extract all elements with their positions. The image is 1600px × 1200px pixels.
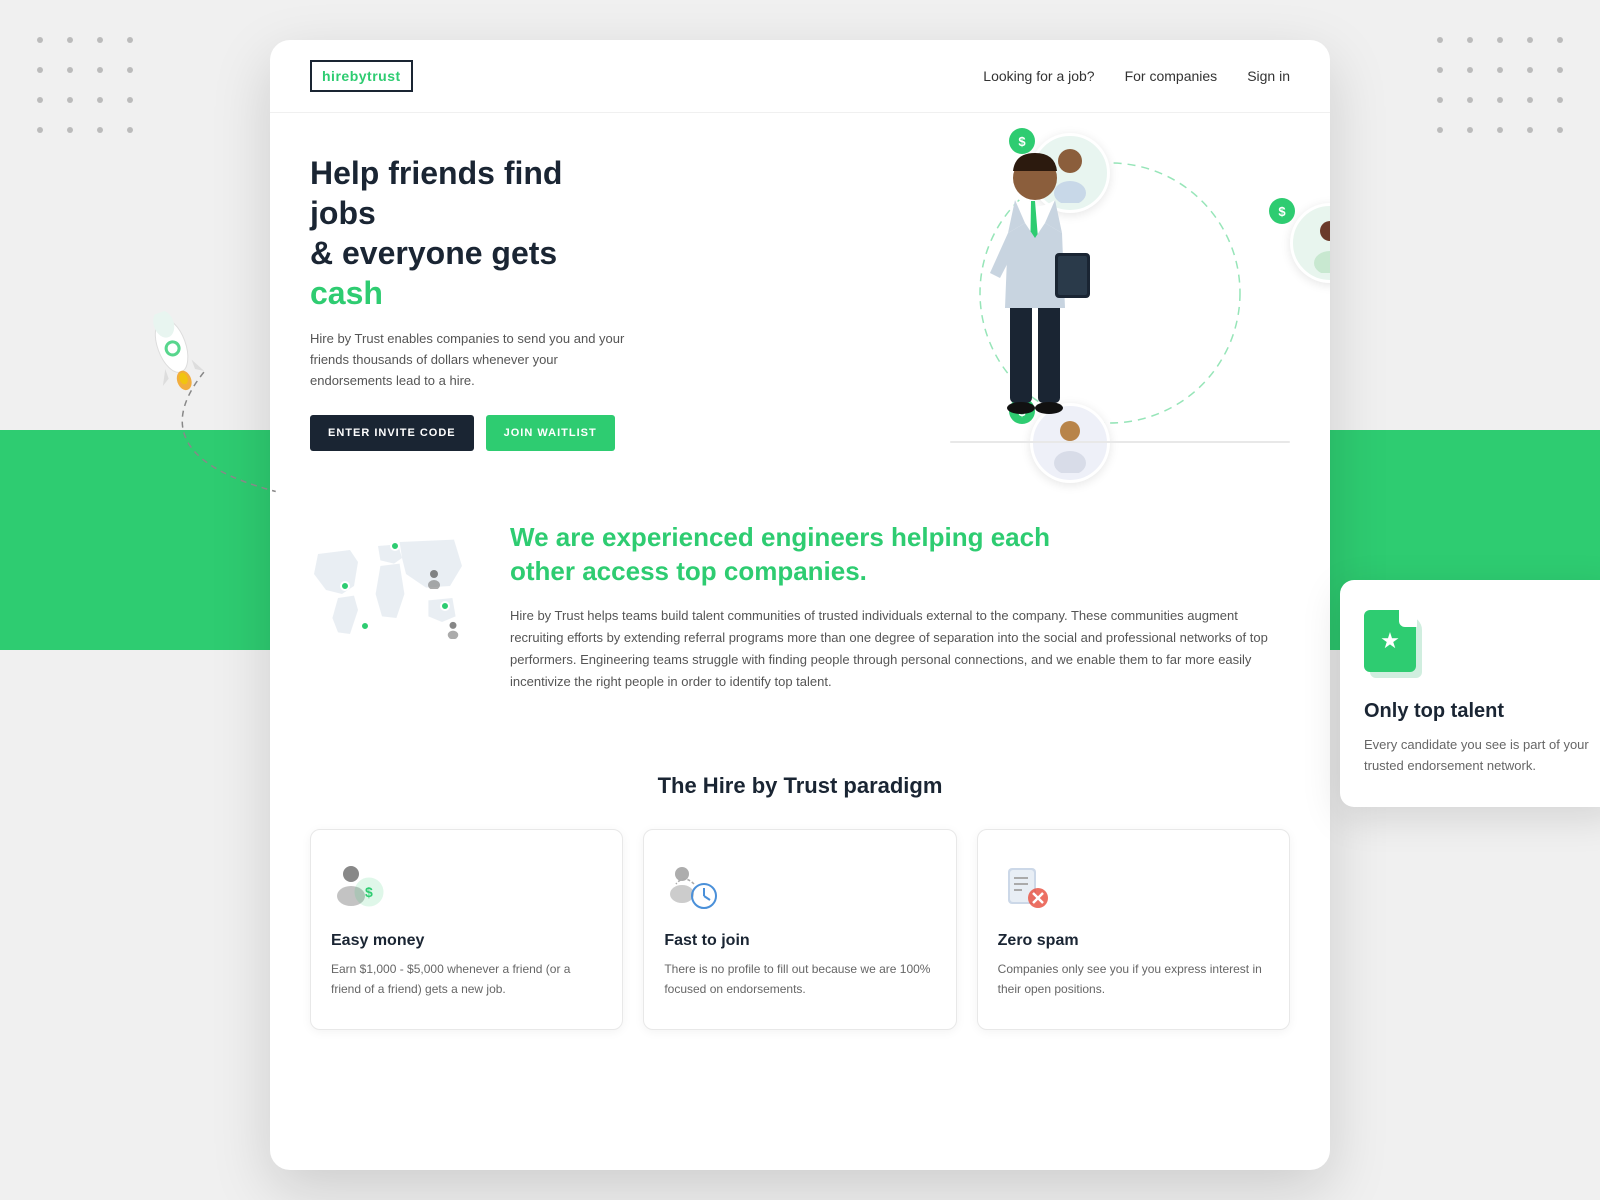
about-description: Hire by Trust helps teams build talent c… [510,605,1290,693]
enter-invite-button[interactable]: ENTER INVITE CODE [310,415,474,451]
nav-companies-link[interactable]: For companies [1125,68,1218,84]
fast-join-card: Fast to join There is no profile to fill… [643,829,956,1029]
logo[interactable]: hirebytrust [310,60,413,92]
talent-document-icon [1364,610,1424,682]
zero-spam-title: Zero spam [998,932,1269,950]
main-person [970,143,1100,428]
rocket-decoration [131,302,218,407]
hero-text: Help friends find jobs & everyone gets c… [310,153,630,451]
hero-section: Help friends find jobs & everyone gets c… [270,113,1330,471]
about-text: We are experienced engineers helping eac… [510,521,1290,693]
paradigm-section: The Hire by Trust paradigm $ Easy money … [270,743,1330,1059]
fast-join-desc: There is no profile to fill out because … [664,960,935,998]
zero-spam-icon [998,860,1054,916]
talent-description: Every candidate you see is part of your … [1364,735,1596,777]
world-map [310,521,470,681]
hero-title-green: cash [310,275,383,311]
logo-trust: trust [367,68,401,84]
nav-links: Looking for a job? For companies Sign in [983,68,1290,84]
logo-by: by [350,68,367,84]
fast-join-title: Fast to join [664,932,935,950]
about-title-line1: We are experienced engineers helping eac… [510,522,1050,552]
easy-money-icon: $ [331,860,387,916]
doc-icon [1364,610,1416,672]
ground-line [950,441,1290,443]
navbar: hirebytrust Looking for a job? For compa… [270,40,1330,113]
talent-title: Only top talent [1364,700,1596,723]
zero-spam-desc: Companies only see you if you express in… [998,960,1269,998]
map-person-1 [426,569,442,589]
hero-title: Help friends find jobs & everyone gets c… [310,153,630,313]
about-section: We are experienced engineers helping eac… [270,471,1330,743]
about-title-line2: other access top companies. [510,556,867,586]
browser-window: hirebytrust Looking for a job? For compa… [270,40,1330,1170]
about-title: We are experienced engineers helping eac… [510,521,1290,589]
hero-title-line2: & everyone gets [310,235,557,271]
paradigm-cards: $ Easy money Earn $1,000 - $5,000 whenev… [310,829,1290,1029]
map-person-2 [446,621,460,639]
zero-spam-card: Zero spam Companies only see you if you … [977,829,1290,1029]
top-talent-card: Only top talent Every candidate you see … [1340,580,1600,807]
paradigm-title: The Hire by Trust paradigm [310,773,1290,799]
logo-hire: hire [322,68,350,84]
svg-text:$: $ [365,884,373,900]
dollar-badge-2: $ [1269,198,1295,224]
hero-subtitle: Hire by Trust enables companies to send … [310,329,630,391]
easy-money-desc: Earn $1,000 - $5,000 whenever a friend (… [331,960,602,998]
nav-job-link[interactable]: Looking for a job? [983,68,1094,84]
join-waitlist-button[interactable]: JOIN WAITLIST [486,415,615,451]
nav-signin-link[interactable]: Sign in [1247,68,1290,84]
hero-title-line1: Help friends find jobs [310,155,562,231]
easy-money-card: $ Easy money Earn $1,000 - $5,000 whenev… [310,829,623,1029]
hero-illustration: $ $ $ [890,123,1310,463]
hero-buttons: ENTER INVITE CODE JOIN WAITLIST [310,415,630,451]
fast-join-icon [664,860,720,916]
easy-money-title: Easy money [331,932,602,950]
